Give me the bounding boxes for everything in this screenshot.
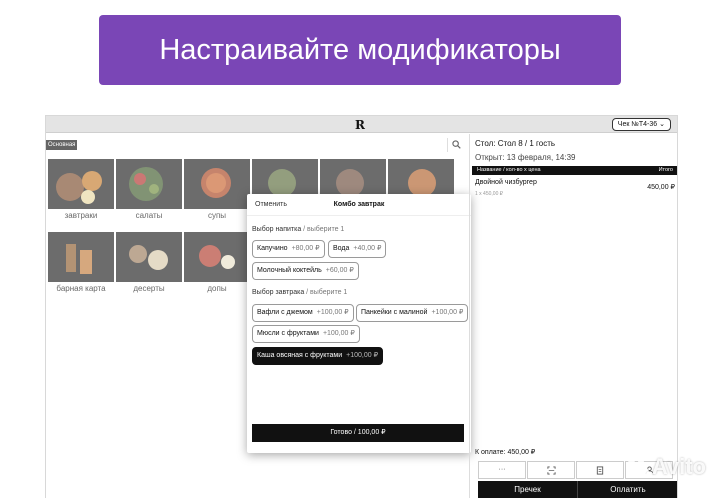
header-name: Название / кол-во х цена bbox=[477, 167, 541, 173]
order-item-qty: 1 х 450,00 ₽ bbox=[475, 191, 503, 197]
order-table-header: Название / кол-во х цена Итого bbox=[472, 166, 677, 175]
menu-panel: Основная завтраки салаты супы барная кар… bbox=[46, 134, 471, 498]
option-milkshake[interactable]: Молочный коктейль +60,00 ₽ bbox=[252, 262, 359, 280]
group-title-text: Выбор завтрака bbox=[252, 289, 305, 296]
option-price: +80,00 ₽ bbox=[291, 245, 320, 252]
app-logo: R bbox=[355, 118, 365, 132]
option-price: +100,00 ₽ bbox=[431, 309, 464, 316]
done-button[interactable]: Готово / 100,00 ₽ bbox=[252, 424, 464, 442]
option-name: Вода bbox=[333, 245, 350, 252]
banner: Настраивайте модификаторы bbox=[99, 15, 621, 85]
header-total: Итого bbox=[658, 167, 673, 173]
top-bar: R Чек №Т4-36 ⌄ bbox=[46, 116, 677, 133]
avito-watermark: Avito bbox=[626, 454, 706, 480]
precheck-button[interactable]: Пречек bbox=[478, 481, 577, 498]
option-name: Каша овсяная с фруктами bbox=[257, 352, 343, 359]
option-oatmeal[interactable]: Каша овсяная с фруктами +100,00 ₽ bbox=[252, 347, 384, 365]
receipt-icon bbox=[596, 466, 604, 475]
modifier-dialog: Отменить Комбо завтрак Выбор напитка / в… bbox=[247, 194, 471, 453]
order-item-name[interactable]: Двойной чизбургер bbox=[475, 179, 537, 186]
group-hint: / выберите 1 bbox=[303, 226, 345, 233]
chevron-down-icon: ⌄ bbox=[659, 121, 665, 128]
option-name: Молочный коктейль bbox=[257, 267, 322, 274]
more-button[interactable]: ··· bbox=[478, 461, 526, 479]
pay-button[interactable]: Оплатить bbox=[578, 481, 677, 498]
option-price: +100,00 ₽ bbox=[316, 309, 349, 316]
option-name: Мюсли с фруктами bbox=[257, 330, 319, 337]
scan-button[interactable] bbox=[527, 461, 575, 479]
opened-time: Открыт: 13 февраля, 14:39 bbox=[475, 153, 576, 162]
option-price: +100,00 ₽ bbox=[322, 330, 355, 337]
option-pancakes[interactable]: Панкейки с малиной +100,00 ₽ bbox=[356, 304, 469, 322]
option-cappuccino[interactable]: Капучино +80,00 ₽ bbox=[252, 240, 325, 258]
check-selector[interactable]: Чек №Т4-36 ⌄ bbox=[611, 118, 671, 131]
scan-icon bbox=[546, 466, 556, 475]
check-label: Чек №Т4-36 bbox=[617, 121, 658, 128]
watermark-text: Avito bbox=[651, 454, 706, 479]
avito-logo-icon bbox=[626, 458, 649, 478]
pos-screen: R Чек №Т4-36 ⌄ Основная завтраки салаты bbox=[45, 115, 678, 498]
option-waffles[interactable]: Вафли с джемом +100,00 ₽ bbox=[252, 304, 354, 322]
amount-to-pay: К оплате: 450,00 ₽ bbox=[475, 449, 536, 456]
order-panel: Стол: Стол 8 / 1 гость Открыт: 13 феврал… bbox=[469, 134, 677, 498]
drink-group-title: Выбор напитка / выберите 1 bbox=[252, 226, 344, 233]
option-price: +60,00 ₽ bbox=[325, 267, 354, 274]
group-hint: / выберите 1 bbox=[306, 289, 348, 296]
option-water[interactable]: Вода +40,00 ₽ bbox=[328, 240, 387, 258]
banner-text: Настраивайте модификаторы bbox=[159, 33, 561, 66]
option-name: Панкейки с малиной bbox=[361, 309, 428, 316]
bottom-actions: Пречек Оплатить bbox=[478, 481, 677, 498]
dialog-title: Комбо завтрак bbox=[333, 201, 385, 208]
option-price: +40,00 ₽ bbox=[353, 245, 382, 252]
option-name: Капучино bbox=[257, 245, 288, 252]
option-muesli[interactable]: Мюсли с фруктами +100,00 ₽ bbox=[252, 325, 360, 343]
order-item-total: 450,00 ₽ bbox=[647, 184, 675, 191]
option-price: +100,00 ₽ bbox=[346, 352, 379, 359]
table-info: Стол: Стол 8 / 1 гость bbox=[475, 139, 556, 148]
group-title-text: Выбор напитка bbox=[252, 226, 302, 233]
breakfast-group-title: Выбор завтрака / выберите 1 bbox=[252, 289, 347, 296]
print-button[interactable] bbox=[576, 461, 624, 479]
option-name: Вафли с джемом bbox=[257, 309, 313, 316]
dialog-header: Отменить Комбо завтрак bbox=[247, 194, 471, 216]
